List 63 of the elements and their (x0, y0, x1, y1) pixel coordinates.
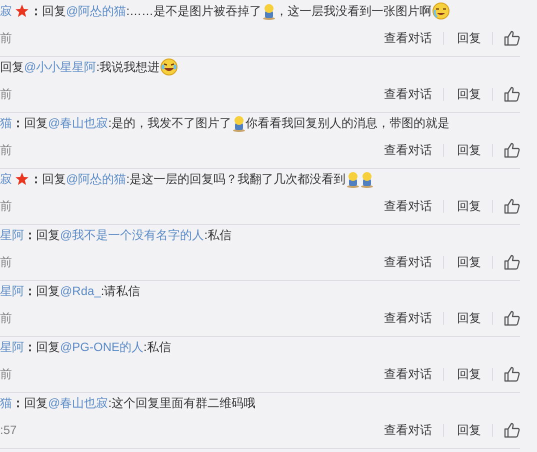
action-link[interactable]: 查看对话 (382, 422, 432, 438)
reply-label: 回复 (36, 282, 60, 300)
action-link[interactable]: 查看对话 (382, 366, 432, 382)
colon-text: ： (30, 2, 42, 20)
figure-emoji-icon (262, 2, 276, 20)
comment-text: :这个回复里面有群二维码哦 (108, 394, 256, 412)
comment-text: :我说我想进 (96, 58, 160, 76)
colon-text: ： (30, 170, 42, 188)
comment-text: 你看看我回复别人的消息，带图的就是 (246, 114, 450, 132)
thumbs-up-icon[interactable] (504, 310, 520, 326)
figure-emoji-icon (360, 170, 374, 188)
action-link[interactable]: 回复 (455, 86, 481, 102)
comment-text: :请私信 (100, 282, 140, 300)
reply-label: 回复 (36, 338, 60, 356)
colon-text: ： (24, 282, 36, 300)
comment-text: ，这一层我没看到一张图片啊 (276, 2, 432, 20)
comment-text: :私信 (144, 338, 171, 356)
action-link[interactable]: 查看对话 (382, 142, 432, 158)
timestamp: 前 (0, 142, 13, 158)
reply-label: 回复 (0, 58, 24, 76)
thumbs-up-icon[interactable] (504, 366, 520, 382)
colon-text: ： (24, 338, 36, 356)
action-link[interactable]: 回复 (455, 366, 481, 382)
action-link[interactable]: 查看对话 (382, 30, 432, 46)
comment-text: :私信 (204, 226, 232, 244)
thumbs-up-icon[interactable] (504, 30, 520, 46)
crying-face-icon (432, 2, 450, 20)
action-link[interactable]: 查看对话 (382, 86, 432, 102)
thumbs-up-icon[interactable] (504, 254, 520, 270)
laughing-face-icon (160, 58, 178, 76)
timestamp: 前 (0, 86, 13, 102)
comment-text: :是这一层的回复吗？我翻了几次都没看到 (126, 170, 346, 188)
reply-label: 回复 (24, 114, 48, 132)
comment-text: :是的，我发不了图片了 (108, 114, 232, 132)
thumbs-up-icon[interactable] (504, 422, 520, 438)
reply-label: 回复 (42, 2, 66, 20)
action-link[interactable]: 回复 (455, 254, 481, 270)
figure-emoji-icon (232, 114, 246, 132)
timestamp: :57 (0, 423, 18, 437)
timestamp: 前 (0, 310, 13, 326)
timestamp: 前 (0, 366, 13, 382)
action-link[interactable]: 回复 (455, 30, 481, 46)
reply-label: 回复 (24, 394, 48, 412)
timestamp: 前 (0, 254, 13, 270)
timestamp: 前 (0, 198, 13, 214)
figure-emoji-icon (346, 170, 360, 188)
action-link[interactable]: 查看对话 (382, 254, 432, 270)
action-link[interactable]: 回复 (455, 422, 481, 438)
action-link[interactable]: 查看对话 (382, 198, 432, 214)
colon-text: ： (24, 226, 36, 244)
colon-text: ： (12, 114, 24, 132)
comment-text: :……是不是图片被吞掉了 (126, 2, 262, 20)
reply-label: 回复 (42, 170, 66, 188)
action-link[interactable]: 查看对话 (382, 310, 432, 326)
thumbs-up-icon[interactable] (504, 86, 520, 102)
action-link[interactable]: 回复 (455, 310, 481, 326)
timestamp: 前 (0, 30, 13, 46)
colon-text: ： (12, 394, 24, 412)
thumbs-up-icon[interactable] (504, 198, 520, 214)
action-link[interactable]: 回复 (455, 142, 481, 158)
thumbs-up-icon[interactable] (504, 142, 520, 158)
action-link[interactable]: 回复 (455, 198, 481, 214)
reply-label: 回复 (36, 226, 60, 244)
